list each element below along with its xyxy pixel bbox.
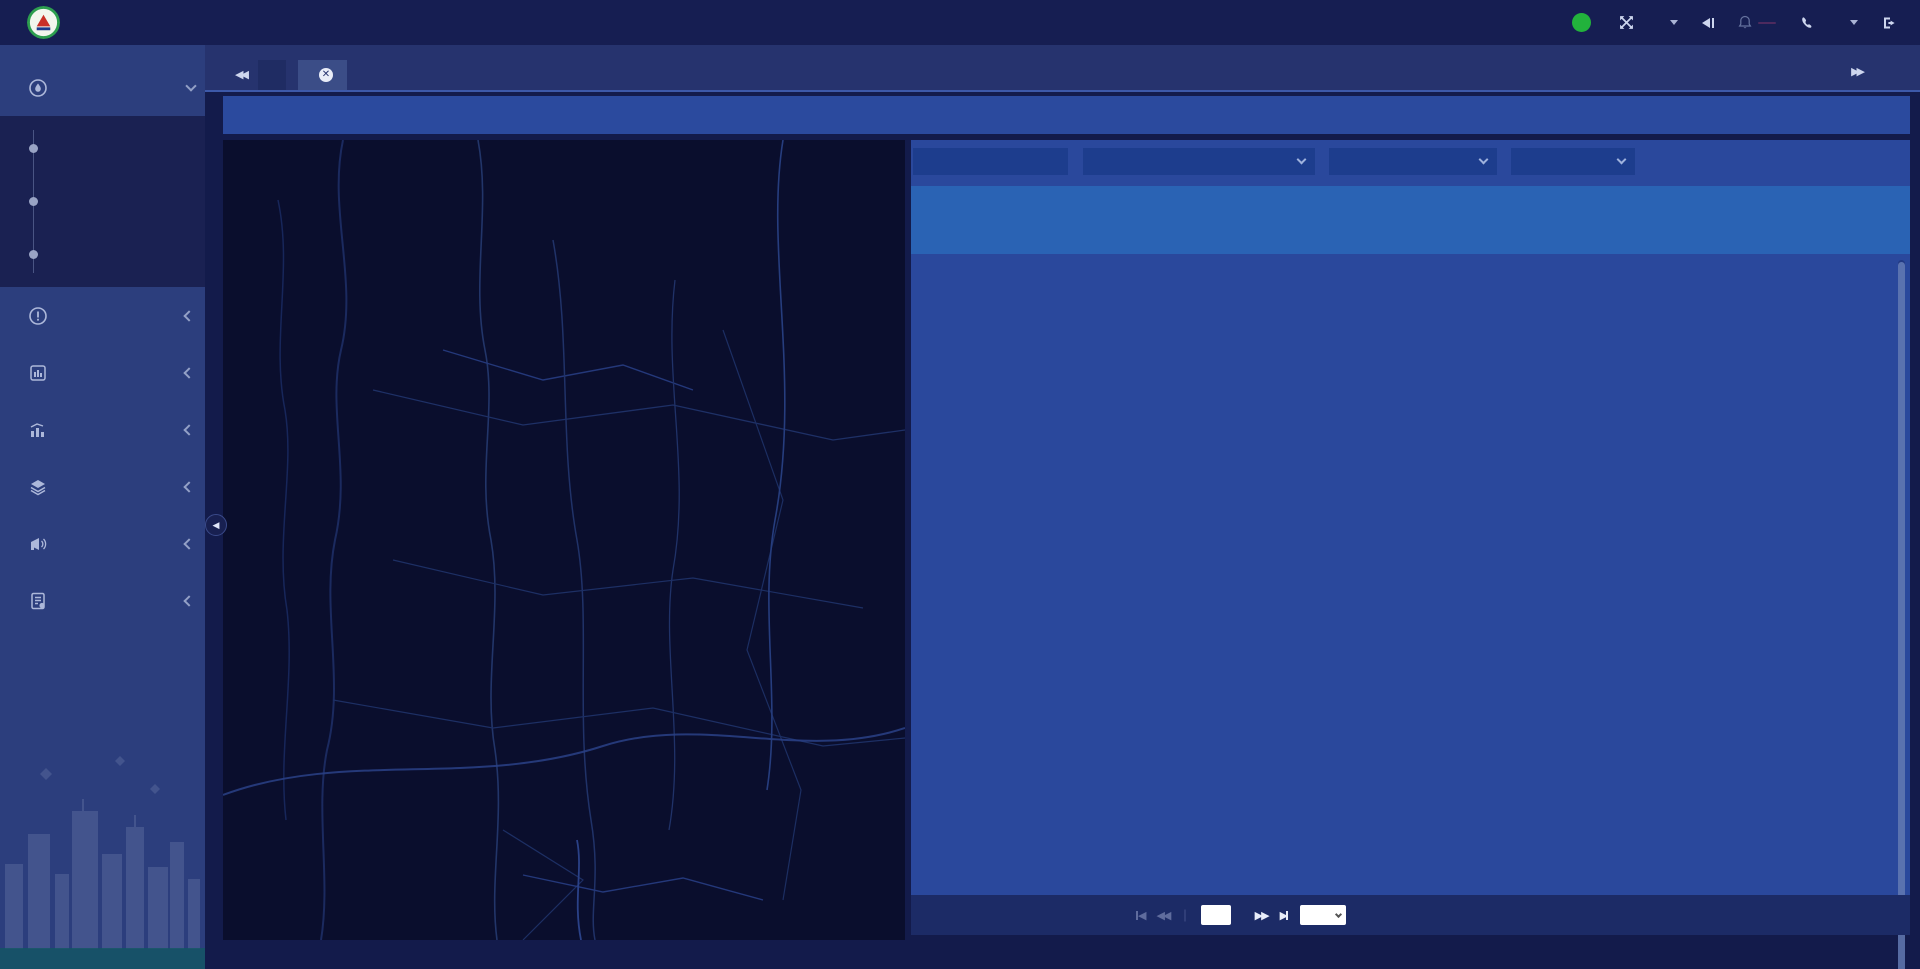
stats-bar xyxy=(223,96,1910,134)
tabs-scroll-right-button[interactable]: ▶▶ xyxy=(1851,65,1862,78)
help-button[interactable] xyxy=(1800,16,1820,30)
pager-next-button[interactable]: ▶▶ xyxy=(1255,909,1268,922)
col-header-region xyxy=(968,186,1086,254)
caret-down-icon xyxy=(1850,20,1858,25)
chevron-left-icon xyxy=(183,367,194,378)
table-scrollbar-track[interactable] xyxy=(1898,260,1905,969)
region-select[interactable] xyxy=(1083,148,1315,175)
col-header-facility xyxy=(1456,186,1556,254)
status-select[interactable] xyxy=(1511,148,1635,175)
close-tab-icon[interactable]: ✕ xyxy=(319,68,333,82)
app-root: ◀◀ ✕ ▶▶ xyxy=(0,0,1920,969)
name-input-field[interactable] xyxy=(923,154,1058,169)
col-header-run xyxy=(1706,219,1769,254)
fullscreen-icon xyxy=(1619,15,1634,30)
pager-last-button[interactable]: ▶ xyxy=(1280,909,1288,922)
col-header-lost xyxy=(1823,219,1877,254)
table-body xyxy=(911,254,1910,895)
chevron-left-icon xyxy=(183,424,194,435)
top-header xyxy=(0,0,1920,45)
theme-dropdown[interactable] xyxy=(1664,20,1678,25)
tab-bar: ◀◀ ✕ ▶▶ xyxy=(205,45,1920,92)
tab-home[interactable] xyxy=(258,60,286,90)
col-header-stop xyxy=(1769,219,1823,254)
enterprise-panel: ◀ ◀◀ | ▶▶ ▶ xyxy=(911,140,1910,935)
table-header xyxy=(911,186,1910,254)
sidebar-item-emergency-reduction[interactable] xyxy=(0,515,205,572)
chevron-down-icon xyxy=(1335,910,1342,917)
filter-bar xyxy=(911,148,1910,175)
sidebar-item-data-monitoring[interactable] xyxy=(0,59,205,116)
tabs-scroll-left-button[interactable]: ◀◀ xyxy=(235,68,246,81)
col-header-industry xyxy=(1261,186,1351,254)
log-document-icon xyxy=(28,591,48,611)
map-roads-decoration xyxy=(223,140,905,940)
chevron-left-icon xyxy=(183,538,194,549)
col-header-limit xyxy=(1351,186,1456,254)
speaker-icon xyxy=(1702,18,1710,28)
chevron-down-icon xyxy=(1479,155,1489,165)
stats-window-icon xyxy=(28,363,48,383)
temperature-value xyxy=(1572,13,1591,32)
bullet-dot-icon xyxy=(29,250,38,259)
col-header-point-status-group xyxy=(1706,186,1877,254)
sidebar-item-enterprise-statistics[interactable] xyxy=(0,344,205,401)
notification-count-badge xyxy=(1758,22,1776,24)
bell-icon xyxy=(1738,15,1752,30)
map-collapse-button[interactable]: ◀ xyxy=(205,514,227,536)
chevron-left-icon xyxy=(183,481,194,492)
pager-first-button[interactable]: ◀ xyxy=(1136,909,1144,922)
layers-icon xyxy=(28,477,48,497)
industry-select[interactable] xyxy=(1329,148,1497,175)
bullet-dot-icon xyxy=(29,144,38,153)
pager-separator: | xyxy=(1183,908,1186,922)
exit-icon xyxy=(1882,16,1896,30)
alert-circle-icon xyxy=(28,306,48,326)
sidebar-item-enterprise-abnormal[interactable] xyxy=(0,287,205,344)
tab-realtime-monitoring[interactable]: ✕ xyxy=(298,60,347,90)
notifications-bell[interactable] xyxy=(1738,15,1776,30)
sidebar-bottom-strip xyxy=(0,948,205,969)
sidebar-item-log-view[interactable] xyxy=(0,572,205,629)
org-dropdown[interactable] xyxy=(1844,20,1858,25)
bar-chart-icon xyxy=(28,420,48,440)
col-header-company xyxy=(1086,186,1261,254)
chevron-left-icon xyxy=(183,310,194,321)
sidebar-item-base-data[interactable] xyxy=(0,458,205,515)
phone-icon xyxy=(1800,16,1814,30)
temperature xyxy=(1572,13,1595,32)
col-header-index xyxy=(911,186,968,254)
sidebar-nav xyxy=(0,45,205,969)
monitor-gauge-icon xyxy=(28,78,48,98)
logout-button[interactable] xyxy=(1882,16,1902,30)
mute-speaker-button[interactable] xyxy=(1702,18,1714,28)
chevron-left-icon xyxy=(183,595,194,606)
name-search-input[interactable] xyxy=(913,148,1068,175)
city-skyline-decoration xyxy=(0,739,205,949)
fullscreen-button[interactable] xyxy=(1619,15,1640,30)
bullet-dot-icon xyxy=(29,197,38,206)
pager-prev-button[interactable]: ◀◀ xyxy=(1156,909,1169,922)
chevron-down-icon xyxy=(1617,155,1627,165)
sidebar-item-power-load-detail[interactable] xyxy=(0,228,205,281)
megaphone-icon xyxy=(28,534,48,554)
sidebar-item-video-monitoring[interactable] xyxy=(0,175,205,228)
pagination-bar: ◀ ◀◀ | ▶▶ ▶ xyxy=(911,895,1910,935)
col-header-points xyxy=(1556,186,1633,254)
sidebar-item-power-analysis[interactable] xyxy=(0,401,205,458)
pager-page-input[interactable] xyxy=(1201,905,1231,925)
sidebar-item-realtime-monitoring[interactable] xyxy=(0,122,205,175)
chevron-down-icon xyxy=(1297,155,1307,165)
pager-page-size-select[interactable] xyxy=(1300,905,1346,925)
chevron-down-icon xyxy=(185,80,196,91)
caret-down-icon xyxy=(1670,20,1678,25)
submenu-data-monitoring xyxy=(0,116,205,287)
app-logo-icon xyxy=(27,6,60,39)
map-panel[interactable] xyxy=(223,140,905,940)
table-scrollbar-thumb[interactable] xyxy=(1898,262,1905,969)
col-header-meters xyxy=(1633,186,1706,254)
